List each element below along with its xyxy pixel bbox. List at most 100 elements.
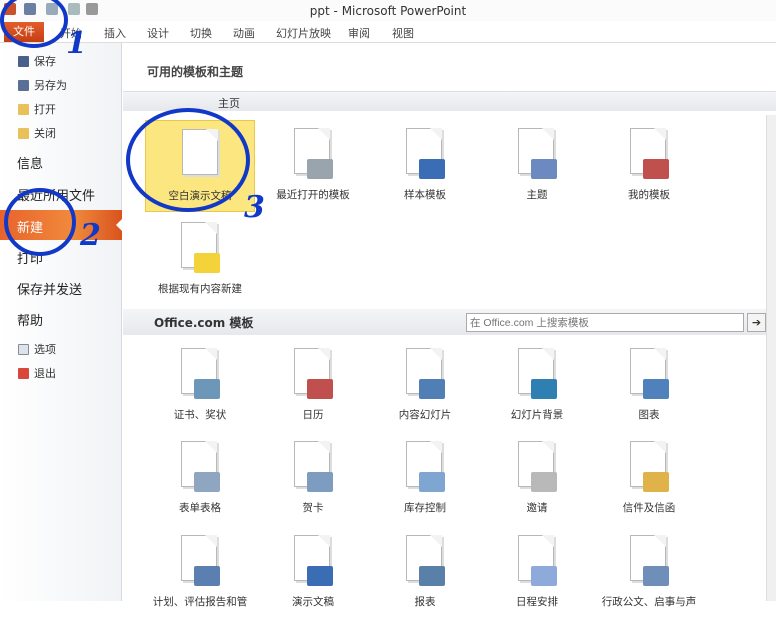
template-icon [406, 441, 445, 492]
template-label: 贺卡 [302, 502, 324, 514]
home-link[interactable]: 主页 [218, 95, 240, 111]
template-tile[interactable]: 幻灯片背景 [482, 340, 592, 432]
blank-doc-icon [182, 129, 218, 175]
template-label: 证书、奖状 [173, 409, 227, 421]
section-heading: 可用的模板和主题 [147, 65, 244, 79]
save-icon [18, 55, 29, 67]
template-tile[interactable]: 图表 [594, 340, 704, 432]
tab-animations[interactable]: 动画 [233, 25, 255, 41]
template-icon [181, 441, 220, 492]
template-tile[interactable]: 内容幻灯片 [370, 340, 480, 432]
template-badge [419, 379, 445, 399]
template-label: 演示文稿 [292, 596, 334, 608]
template-badge [194, 566, 220, 586]
nav-open[interactable]: 打开 [18, 101, 56, 117]
template-icon [630, 441, 669, 492]
template-tile[interactable]: 日程安排 [482, 527, 592, 619]
template-label: 主题 [526, 189, 548, 201]
nav-label: 另存为 [34, 79, 67, 92]
nav-exit[interactable]: 退出 [18, 365, 56, 381]
search-button[interactable]: ➔ [747, 313, 766, 332]
template-label: 空白演示文稿 [168, 190, 232, 202]
template-badge [419, 566, 445, 586]
template-tile[interactable]: 邀请 [482, 433, 592, 525]
tab-slideshow[interactable]: 幻灯片放映 [276, 25, 331, 41]
template-label: 样本模板 [404, 189, 446, 201]
template-tile[interactable]: 表单表格 [145, 433, 255, 525]
template-label: 计划、评估报告和管 [152, 596, 248, 608]
template-icon [181, 348, 220, 399]
template-label: 日历 [302, 409, 324, 421]
nav-label: 选项 [34, 343, 56, 356]
template-tile[interactable]: 样本模板 [370, 120, 480, 212]
template-tile[interactable]: 空白演示文稿 [145, 120, 255, 212]
template-badge [643, 472, 669, 492]
template-badge [531, 159, 557, 179]
template-label: 根据现有内容新建 [158, 283, 242, 295]
person-icon [630, 128, 669, 179]
office-search-input[interactable] [466, 313, 744, 332]
office-header: Office.com 模板 ➔ [123, 309, 776, 335]
template-icon [294, 441, 333, 492]
ribbon-tabs: 开始 插入 设计 切换 动画 幻灯片放映 审阅 视图 [0, 21, 776, 43]
template-tile[interactable]: 库存控制 [370, 433, 480, 525]
nav-info[interactable]: 信息 [17, 153, 43, 172]
nav-options[interactable]: 选项 [18, 341, 56, 357]
template-badge [307, 566, 333, 586]
main-pane: 可用的模板和主题 主页 Office.com 模板 ➔ 空白演示文稿 最近打开的模… [123, 43, 776, 608]
template-tile[interactable]: 报表 [370, 527, 480, 619]
template-icon [518, 348, 557, 399]
tab-file[interactable]: 文件 [4, 22, 44, 42]
nav-label: 新建 [17, 221, 44, 236]
template-badge [194, 253, 220, 273]
template-icon [294, 535, 333, 586]
template-icon [406, 348, 445, 399]
template-badge [307, 379, 333, 399]
template-tile[interactable]: 贺卡 [258, 433, 368, 525]
template-label: 表单表格 [179, 502, 221, 514]
nav-help[interactable]: 帮助 [17, 310, 43, 329]
template-label: 报表 [414, 596, 436, 608]
template-tile[interactable]: 演示文稿 [258, 527, 368, 619]
template-label: 信件及信函 [622, 502, 676, 514]
template-tile[interactable]: 日历 [258, 340, 368, 432]
new-from-existing-icon [181, 222, 220, 273]
template-navbar: 主页 [123, 91, 776, 111]
template-tile[interactable]: 行政公文、启事与声 [594, 527, 704, 619]
template-tile[interactable]: 主题 [482, 120, 592, 212]
nav-close[interactable]: 关闭 [18, 125, 56, 141]
nav-recent[interactable]: 最近所用文件 [17, 185, 95, 204]
template-badge [307, 159, 333, 179]
nav-new[interactable]: 新建 [0, 210, 123, 240]
nav-print[interactable]: 打印 [17, 248, 43, 267]
template-icon [630, 348, 669, 399]
template-label: 幻灯片背景 [510, 409, 564, 421]
template-icon [518, 535, 557, 586]
options-icon [18, 343, 29, 355]
tab-transitions[interactable]: 切换 [190, 25, 212, 41]
tab-insert[interactable]: 插入 [104, 25, 126, 41]
tab-review[interactable]: 审阅 [348, 25, 370, 41]
annotation-number: 2 [80, 218, 101, 253]
template-label: 图表 [638, 409, 660, 421]
tab-view[interactable]: 视图 [392, 25, 414, 41]
template-tile[interactable]: 我的模板 [594, 120, 704, 212]
template-tile[interactable]: 最近打开的模板 [258, 120, 368, 212]
title-bar: ppt - Microsoft PowerPoint [0, 0, 776, 21]
tab-design[interactable]: 设计 [147, 25, 169, 41]
nav-label: 退出 [34, 367, 56, 380]
scrollbar[interactable] [766, 115, 776, 601]
template-tile[interactable]: 证书、奖状 [145, 340, 255, 432]
annotation-number: 3 [244, 190, 265, 225]
template-tile[interactable]: 根据现有内容新建 [145, 214, 255, 306]
nav-label: 关闭 [34, 127, 56, 140]
nav-save-send[interactable]: 保存并发送 [17, 279, 82, 298]
template-icon [181, 535, 220, 586]
template-icon [406, 535, 445, 586]
template-tile[interactable]: 信件及信函 [594, 433, 704, 525]
template-label: 库存控制 [404, 502, 446, 514]
nav-save-as[interactable]: 另存为 [18, 77, 67, 93]
window-title: ppt - Microsoft PowerPoint [309, 4, 467, 18]
template-tile[interactable]: 计划、评估报告和管 [145, 527, 255, 619]
nav-save[interactable]: 保存 [18, 53, 56, 69]
